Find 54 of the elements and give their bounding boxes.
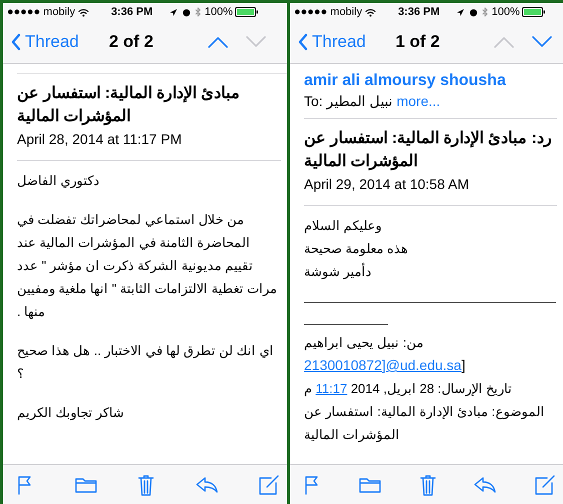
compose-icon[interactable] — [259, 474, 279, 494]
time-link[interactable]: 11:17 — [316, 381, 348, 396]
body-text: من: نبيل يحيى ابراهيم — [304, 334, 424, 352]
folder-icon[interactable] — [358, 476, 381, 493]
wifi-icon — [78, 8, 90, 16]
flag-icon[interactable] — [304, 474, 320, 494]
email-date: April 28, 2014 at 11:17 PM — [17, 130, 183, 149]
compose-icon[interactable] — [535, 474, 555, 494]
trash-icon[interactable] — [420, 474, 436, 496]
bluetooth-icon — [482, 7, 489, 17]
back-button[interactable]: Thread — [11, 29, 109, 55]
sender-name[interactable]: amir ali almoursy shousha — [304, 70, 557, 92]
reply-icon[interactable] — [196, 476, 218, 493]
status-time: 3:36 PM — [111, 4, 153, 20]
bracket-text: ] — [461, 357, 466, 373]
flag-icon[interactable] — [17, 474, 33, 494]
carrier-name: ●●●●● mobily — [7, 4, 76, 20]
chevron-left-icon — [11, 33, 21, 51]
email-link[interactable]: 2130010872]@ud.edu.sa — [304, 357, 462, 373]
chevron-up-icon — [207, 36, 229, 48]
email-subject: مبادئ الإدارة المالية: استفسار عن المؤشرات المالية — [17, 84, 242, 128]
location-arrow-icon — [168, 8, 178, 16]
location-arrow-icon — [456, 8, 465, 16]
thread-position: 2 of 2 — [109, 31, 154, 54]
chevron-up-icon — [493, 36, 515, 48]
more-link[interactable]: more... — [396, 92, 440, 110]
reply-icon[interactable] — [474, 476, 496, 493]
battery-icon — [234, 7, 259, 17]
bluetooth-icon — [194, 7, 202, 17]
thread-position: 1 of 2 — [395, 31, 441, 54]
body-text: دأمير شوشة — [304, 262, 373, 282]
body-text: الموضوع: مبادئ الإدارة المالية: استفسار عن المؤشرات المالية — [304, 403, 546, 444]
chevron-left-icon — [298, 33, 308, 51]
battery-icon — [522, 7, 546, 17]
body-paragraph: دكتوري الفاضل — [17, 172, 101, 190]
trash-icon[interactable] — [138, 474, 154, 496]
recipient-name: نبيل المطير — [326, 92, 393, 110]
back-button[interactable]: Thread — [298, 29, 396, 55]
body-text: شاكر تجاوبك الكريم — [17, 404, 126, 422]
battery-percent: 100% — [492, 4, 520, 20]
to-label: To: — [304, 92, 323, 110]
carrier-name: ●●●●● mobily — [294, 4, 362, 20]
wifi-icon — [365, 8, 376, 16]
folder-icon[interactable] — [74, 476, 96, 493]
body-text: وعليكم السلام — [304, 217, 383, 236]
email-subject: رد: مبادئ الإدارة المالية: استفسار عن المؤشرات المالية — [304, 129, 553, 172]
body-text: هذه معلومة صحيحة — [304, 240, 410, 258]
body-paragraph: من خلال استماعي لمحاضراتك تفضلت في المحاضرة الثامنة في المؤشرات المالية عند تقييم مديونية الشركة ذكرت ان مؤشر " عدد مرات تغطية الالتزامات الثابتة " انها ملغية ومفيين منها . — [17, 211, 278, 322]
chevron-down-icon — [245, 36, 267, 48]
status-time: 3:36 PM — [398, 4, 440, 20]
email-date: April 29, 2014 at 10:58 AM — [304, 175, 470, 194]
battery-percent: 100% — [204, 4, 233, 20]
chevron-down-icon — [531, 36, 553, 48]
body-paragraph: اي انك لن تطرق لها في الاختبار .. هل هذا صحيح ؟ — [17, 342, 274, 383]
